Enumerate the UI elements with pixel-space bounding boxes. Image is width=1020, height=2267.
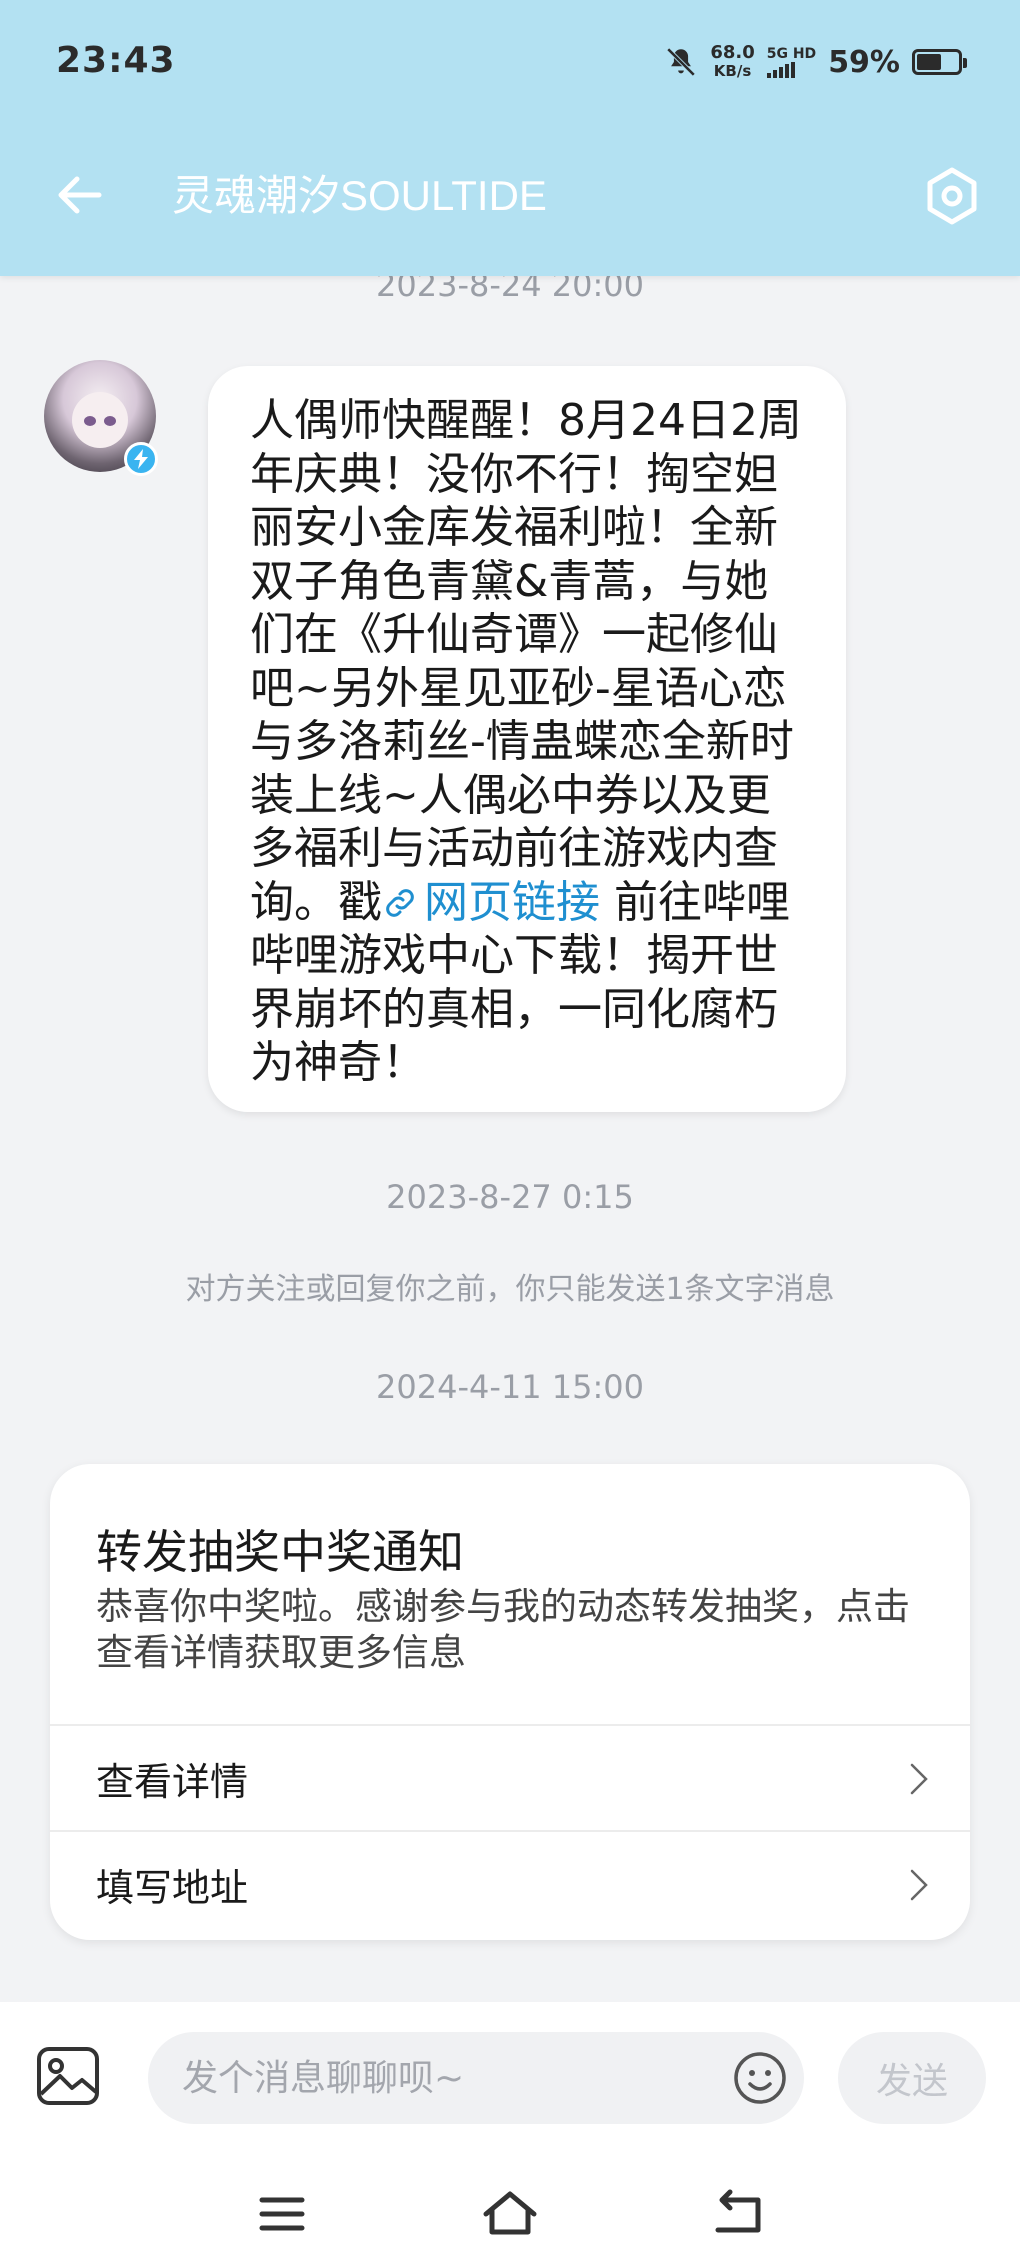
system-nav-bar bbox=[0, 2166, 1020, 2267]
mute-bell-icon bbox=[667, 47, 696, 77]
menu-button[interactable] bbox=[252, 2184, 312, 2244]
emoji-button[interactable] bbox=[732, 2050, 788, 2106]
message-timestamp: 2024-4-11 15:00 bbox=[376, 1368, 644, 1406]
chevron-right-icon bbox=[910, 1869, 928, 1901]
network-speed-value: 68.0 bbox=[710, 42, 755, 63]
network-type: 5G HD bbox=[766, 46, 817, 62]
signal-bars-icon bbox=[766, 62, 816, 78]
avatar-face bbox=[72, 392, 128, 448]
avatar-eye-right bbox=[104, 416, 116, 426]
image-icon bbox=[37, 2047, 99, 2105]
image-button[interactable] bbox=[36, 2046, 100, 2106]
battery-icon bbox=[912, 49, 967, 75]
send-button[interactable]: 发送 bbox=[838, 2032, 986, 2124]
lottery-notification-card: 转发抽奖中奖通知 恭喜你中奖啦。感谢参与我的动态转发抽奖，点击查看详情获取更多信… bbox=[50, 1464, 970, 1940]
back-nav-button[interactable] bbox=[708, 2184, 768, 2244]
status-icons: 68.0 KB/s 5G HD 59% bbox=[664, 40, 967, 84]
battery-percent: 59% bbox=[828, 44, 900, 80]
return-icon bbox=[715, 2189, 761, 2233]
message-bubble: 人偶师快醒醒！8月24日2周年庆典！没你不行！掏空妲丽安小金库发福利啦！全新双子… bbox=[208, 366, 846, 1112]
battery-fill bbox=[917, 54, 941, 70]
web-link-label[interactable]: 网页链接 bbox=[424, 877, 600, 928]
card-description: 恭喜你中奖啦。感谢参与我的动态转发抽奖，点击查看详情获取更多信息 bbox=[96, 1585, 910, 1674]
back-button[interactable] bbox=[54, 170, 104, 220]
message-timestamp: 2023-8-27 0:15 bbox=[386, 1178, 634, 1216]
hexagon-gear-icon bbox=[927, 167, 977, 225]
verified-badge-icon bbox=[124, 442, 158, 476]
arrow-left-icon bbox=[58, 176, 102, 214]
top-bar: 23:43 68.0 KB/s 5G HD 59% 灵魂潮汐SOULTIDE bbox=[0, 0, 1020, 276]
avatar[interactable] bbox=[44, 360, 158, 476]
message-input[interactable] bbox=[148, 2032, 804, 2124]
chat-title: 灵魂潮汐SOULTIDE bbox=[172, 172, 547, 219]
system-notice: 对方关注或回复你之前，你只能发送1条文字消息 bbox=[185, 1272, 835, 1307]
chevron-right-icon bbox=[910, 1763, 928, 1795]
card-title: 转发抽奖中奖通知 bbox=[96, 1525, 464, 1579]
network-speed-unit: KB/s bbox=[713, 62, 752, 80]
lightning-icon bbox=[134, 449, 148, 469]
home-icon bbox=[483, 2191, 537, 2235]
signal-indicator: 5G HD bbox=[766, 46, 817, 78]
avatar-eye-left bbox=[84, 416, 96, 426]
message-input-bar: 发送 bbox=[0, 2002, 1020, 2166]
view-details-row[interactable]: 查看详情 bbox=[50, 1724, 970, 1830]
web-link[interactable]: 网页链接 bbox=[382, 877, 600, 928]
emoji-icon bbox=[734, 2052, 786, 2104]
link-icon bbox=[386, 888, 414, 917]
home-button[interactable] bbox=[480, 2184, 540, 2244]
network-speed: 68.0 KB/s bbox=[710, 42, 755, 81]
fill-address-label: 填写地址 bbox=[96, 1865, 249, 1910]
status-time: 23:43 bbox=[56, 40, 176, 81]
message-text: 人偶师快醒醒！8月24日2周年庆典！没你不行！掏空妲丽安小金库发福利啦！全新双子… bbox=[250, 395, 802, 928]
settings-button[interactable] bbox=[922, 166, 982, 226]
view-details-label: 查看详情 bbox=[96, 1759, 249, 1804]
menu-icon bbox=[259, 2197, 305, 2231]
fill-address-row[interactable]: 填写地址 bbox=[50, 1830, 970, 1936]
